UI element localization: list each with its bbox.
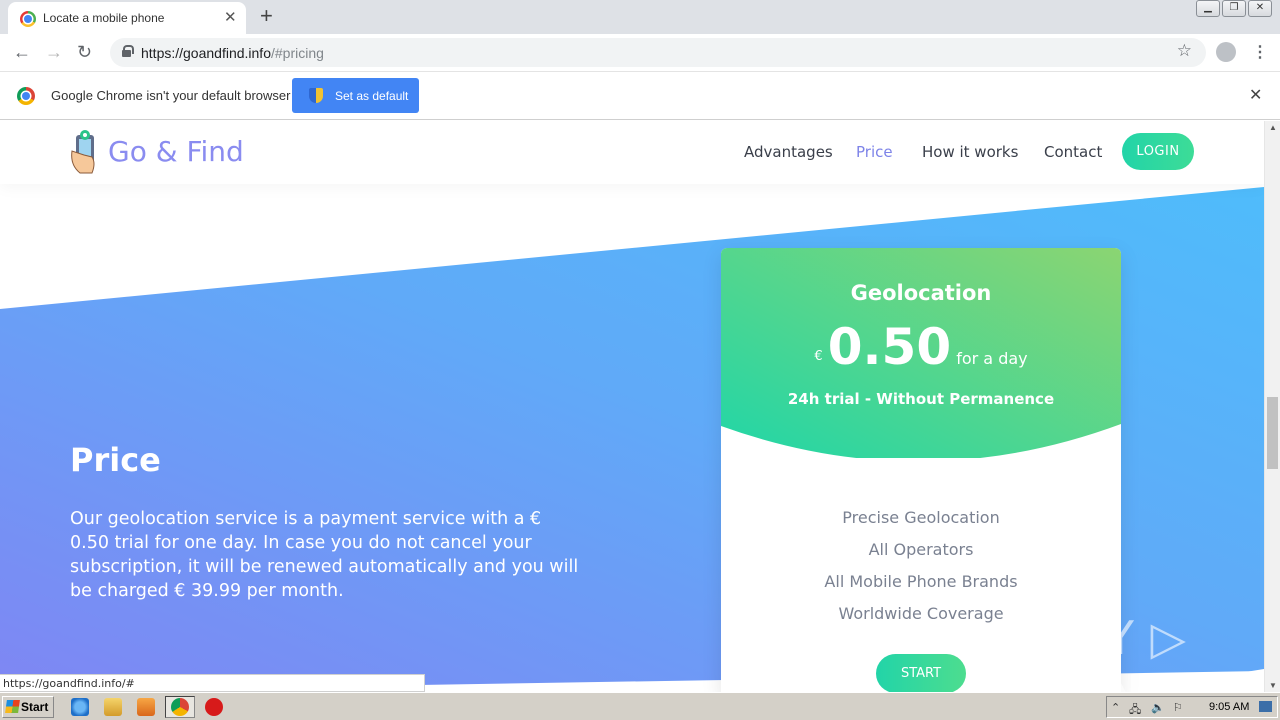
feature-item: Precise Geolocation	[842, 508, 1000, 527]
nav-advantages[interactable]: Advantages	[744, 143, 833, 161]
action-center-flag-icon[interactable]: ⚐	[1173, 701, 1187, 714]
start-button[interactable]: START	[876, 654, 966, 692]
taskbar-clock[interactable]: 9:05 AM	[1209, 701, 1249, 713]
chrome-menu-icon[interactable]: ⋮	[1252, 42, 1268, 62]
close-window-button[interactable]: ✕	[1248, 0, 1272, 17]
page-viewport: Go & Find Advantages Price How it works …	[0, 121, 1264, 692]
reload-button[interactable]: ↻	[77, 42, 92, 63]
browser-tab[interactable]: Locate a mobile phone ✕	[8, 2, 246, 34]
volume-icon[interactable]: 🔈	[1151, 701, 1165, 714]
nav-price[interactable]: Price	[856, 143, 893, 161]
url-text[interactable]: https://goandfind.info/#pricing	[141, 45, 324, 61]
status-bar-url: https://goandfind.info/#	[0, 674, 425, 692]
uac-shield-icon	[309, 88, 323, 103]
nav-contact[interactable]: Contact	[1044, 143, 1102, 161]
tab-title: Locate a mobile phone	[43, 11, 165, 25]
url-host: https://goandfind.info	[141, 45, 271, 61]
login-button[interactable]: LOGIN	[1122, 133, 1194, 170]
minimize-button[interactable]: ▁	[1196, 0, 1220, 17]
price-currency: €	[814, 349, 823, 364]
page-scrollbar[interactable]: ▲ ▼	[1264, 121, 1280, 692]
tab-close-icon[interactable]: ✕	[224, 8, 237, 26]
file-explorer-icon[interactable]	[104, 698, 122, 716]
media-player-icon[interactable]	[137, 698, 155, 716]
bookmark-star-icon[interactable]: ☆	[1177, 41, 1192, 61]
site-header: Go & Find Advantages Price How it works …	[0, 121, 1264, 184]
chrome-taskbar-icon	[171, 698, 189, 716]
plan-name: Geolocation	[850, 281, 992, 305]
nav-how-it-works[interactable]: How it works	[922, 143, 1018, 161]
show-desktop-icon[interactable]	[1259, 701, 1272, 712]
infobar-close-icon[interactable]: ✕	[1249, 85, 1262, 105]
start-label: Start	[21, 700, 49, 714]
back-button[interactable]: ←	[13, 42, 31, 63]
scroll-thumb[interactable]	[1267, 397, 1278, 469]
address-bar[interactable]: https://goandfind.info/#pricing ☆	[110, 38, 1206, 67]
default-browser-infobar: Google Chrome isn't your default browser…	[0, 72, 1280, 120]
opera-icon[interactable]	[205, 698, 223, 716]
chrome-logo-icon	[17, 87, 35, 105]
url-path: /#pricing	[271, 45, 324, 61]
phone-location-logo-icon[interactable]	[70, 129, 104, 175]
windows-flag-icon	[5, 700, 20, 713]
windows-taskbar: Start ⌃ 🖧 🔈 ⚐ 9:05 AM	[0, 692, 1280, 720]
tab-strip: Locate a mobile phone ✕ + ▁ ❐ ✕	[0, 0, 1280, 34]
chrome-taskbar-button[interactable]	[165, 696, 195, 718]
set-as-default-label: Set as default	[335, 89, 409, 103]
infobar-message: Google Chrome isn't your default browser	[51, 88, 291, 103]
window-controls: ▁ ❐ ✕	[1196, 0, 1272, 17]
scroll-down-arrow-icon[interactable]: ▼	[1269, 681, 1277, 690]
browser-toolbar: ← → ↻ https://goandfind.info/#pricing ☆ …	[0, 34, 1280, 72]
anyrun-watermark: ANY ▷ RUN	[1038, 611, 1187, 692]
new-tab-button[interactable]: +	[260, 3, 273, 29]
system-tray: ⌃ 🖧 🔈 ⚐ 9:05 AM	[1106, 696, 1278, 718]
scroll-up-arrow-icon[interactable]: ▲	[1269, 123, 1277, 132]
price-period: for a day	[956, 349, 1028, 368]
maximize-button[interactable]: ❐	[1222, 0, 1246, 17]
network-icon[interactable]: 🖧	[1129, 701, 1143, 716]
feature-item: All Mobile Phone Brands	[824, 572, 1018, 591]
internet-explorer-icon[interactable]	[71, 698, 89, 716]
lock-icon	[122, 45, 134, 57]
plan-price: € 0.50 for a day	[721, 318, 1121, 376]
pricing-description: Our geolocation service is a payment ser…	[70, 509, 579, 601]
tray-expand-icon[interactable]: ⌃	[1111, 701, 1125, 714]
trial-note: 24h trial - Without Permanence	[787, 390, 1055, 408]
profile-avatar-icon[interactable]	[1216, 42, 1236, 62]
pricing-title: Price	[70, 441, 161, 479]
start-button-taskbar[interactable]: Start	[2, 696, 54, 718]
site-logo-text[interactable]: Go & Find	[108, 135, 244, 168]
site-favicon-icon	[20, 11, 36, 27]
set-as-default-button[interactable]: Set as default	[292, 78, 419, 113]
forward-button[interactable]: →	[45, 42, 63, 63]
feature-item: All Operators	[868, 540, 974, 559]
price-amount: 0.50	[827, 318, 952, 376]
